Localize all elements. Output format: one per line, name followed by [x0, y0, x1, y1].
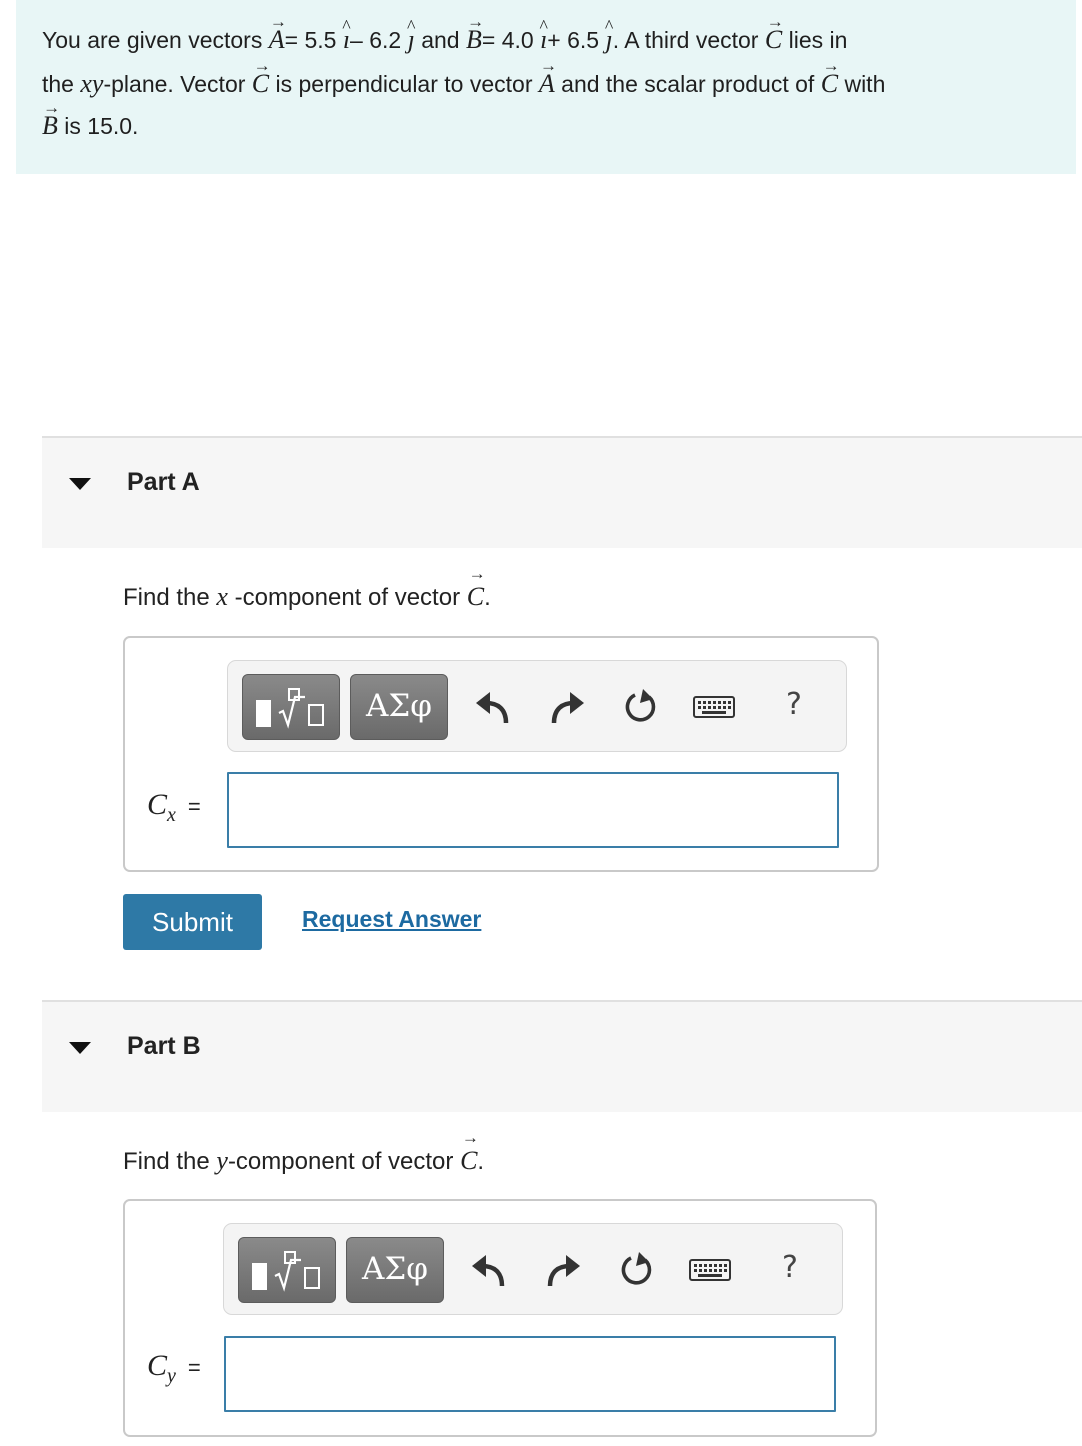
part-b-answer-box: ΑΣφ ? Cy = [123, 1199, 877, 1437]
help-icon[interactable]: ? [768, 1246, 812, 1290]
greek-symbols-icon: ΑΣφ [365, 688, 432, 724]
part-a-question: Find the x -component of vector C. [123, 582, 491, 612]
part-a-header[interactable]: Part A [42, 436, 1082, 548]
cy-label: Cy = [147, 1349, 201, 1387]
greek-symbols-button[interactable]: ΑΣφ [346, 1237, 444, 1303]
math-toolbar: ΑΣφ ? [223, 1223, 843, 1315]
problem-line-3: B is 15.0. [42, 104, 1050, 148]
templates-icon [256, 688, 324, 729]
keyboard-icon[interactable] [692, 685, 736, 729]
collapse-triangle-icon[interactable] [69, 1042, 91, 1054]
cy-input[interactable] [224, 1336, 836, 1412]
greek-symbols-button[interactable]: ΑΣφ [350, 674, 448, 740]
reset-icon[interactable] [618, 685, 662, 729]
cx-label: Cx = [147, 788, 201, 826]
keyboard-icon[interactable] [688, 1248, 732, 1292]
cx-input[interactable] [227, 772, 839, 848]
reset-icon[interactable] [614, 1248, 658, 1292]
templates-icon [252, 1251, 320, 1292]
greek-symbols-icon: ΑΣφ [361, 1251, 428, 1287]
undo-icon[interactable] [470, 685, 514, 729]
templates-button[interactable] [242, 674, 340, 740]
part-a-title: Part A [127, 468, 200, 496]
collapse-triangle-icon[interactable] [69, 478, 91, 490]
vector-c: C [765, 18, 782, 61]
part-b-title: Part B [127, 1032, 201, 1060]
redo-icon[interactable] [542, 1248, 586, 1292]
part-a-answer-box: ΑΣφ ? Cx = [123, 636, 879, 872]
submit-button[interactable]: Submit [123, 894, 262, 950]
problem-statement: You are given vectors A= 5.5 ı– 6.2 ȷ an… [16, 0, 1076, 174]
help-icon[interactable]: ? [772, 683, 816, 727]
templates-button[interactable] [238, 1237, 336, 1303]
undo-icon[interactable] [466, 1248, 510, 1292]
vector-a: A [269, 18, 285, 61]
part-b-question: Find the y-component of vector C. [123, 1146, 484, 1176]
problem-line-2: the xy-plane. Vector C is perpendicular … [42, 62, 1050, 106]
request-answer-link[interactable]: Request Answer [302, 906, 481, 933]
redo-icon[interactable] [546, 685, 590, 729]
math-toolbar: ΑΣφ ? [227, 660, 847, 752]
part-b-header[interactable]: Part B [42, 1000, 1082, 1112]
vector-b: B [466, 18, 482, 61]
